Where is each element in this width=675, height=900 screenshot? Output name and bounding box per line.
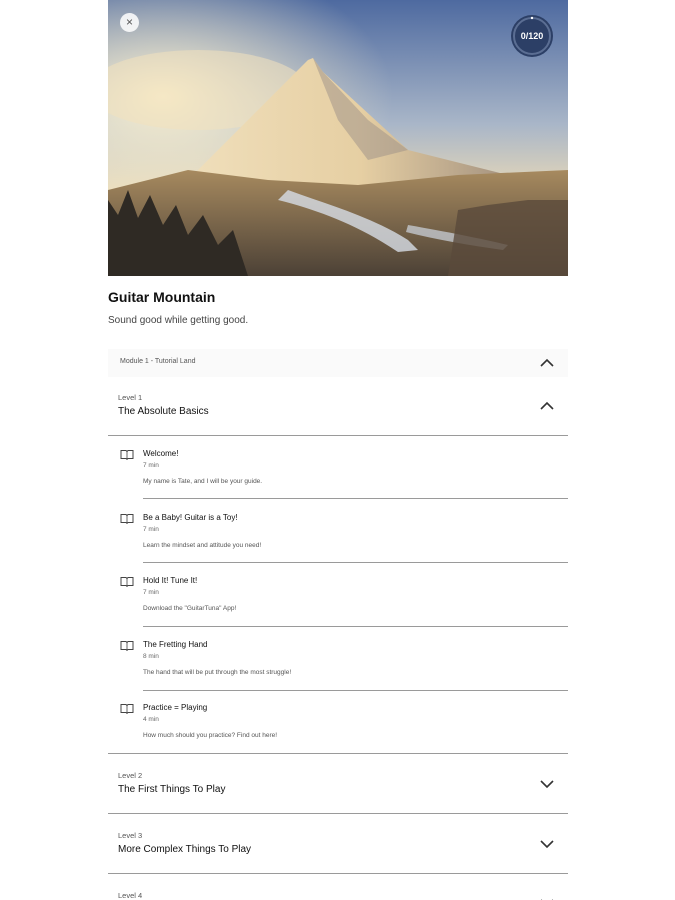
lesson-item-hold-it-tune-it[interactable]: Hold It! Tune It! 7 min Download the "Gu…	[108, 564, 568, 626]
level-1-header[interactable]: Level 1 The Absolute Basics	[108, 388, 568, 436]
progress-count: 0/120	[520, 31, 544, 41]
lesson-item-welcome[interactable]: Welcome! 7 min My name is Tate, and I wi…	[108, 437, 568, 499]
course-subtitle: Sound good while getting good.	[108, 315, 249, 326]
lesson-title: Be a Baby! Guitar is a Toy!	[143, 513, 238, 522]
level-3-header[interactable]: Level 3 More Complex Things To Play	[108, 826, 568, 872]
divider	[143, 626, 568, 627]
lesson-duration: 4 min	[143, 716, 159, 723]
chevron-up-icon	[540, 358, 554, 367]
lesson-description: Download the "GuitarTuna" App!	[143, 605, 237, 612]
chevron-up-icon	[540, 401, 554, 410]
chevron-down-icon	[540, 780, 554, 789]
level-number: Level 2	[118, 771, 143, 780]
divider	[143, 562, 568, 563]
lesson-description: The hand that will be put through the mo…	[143, 669, 292, 676]
lesson-title: Welcome!	[143, 449, 179, 458]
chevron-down-icon	[540, 840, 554, 849]
book-icon	[120, 641, 134, 651]
lesson-title: Practice = Playing	[143, 703, 208, 712]
book-icon	[120, 577, 134, 587]
lesson-duration: 7 min	[143, 462, 159, 469]
level-number: Level 4	[118, 891, 143, 900]
course-page: × 0/120 Guitar Mountain Sound good while…	[0, 0, 675, 900]
book-icon	[120, 704, 134, 714]
close-icon: ×	[125, 15, 133, 29]
divider	[108, 813, 568, 814]
lesson-description: Learn the mindset and attitude you need!	[143, 542, 262, 549]
book-icon	[120, 450, 134, 460]
module-label: Module 1 - Tutorial Land	[120, 358, 196, 365]
divider	[108, 753, 568, 754]
divider	[108, 435, 568, 436]
book-icon	[120, 514, 134, 524]
lesson-description: My name is Tate, and I will be your guid…	[143, 478, 263, 485]
divider	[108, 873, 568, 874]
lesson-title: Hold It! Tune It!	[143, 576, 198, 585]
lesson-duration: 8 min	[143, 653, 159, 660]
lesson-title: The Fretting Hand	[143, 640, 208, 649]
level-2-header[interactable]: Level 2 The First Things To Play	[108, 766, 568, 812]
level-number: Level 3	[118, 831, 143, 840]
lesson-item-practice-playing[interactable]: Practice = Playing 4 min How much should…	[108, 691, 568, 753]
lesson-item-fretting-hand[interactable]: The Fretting Hand 8 min The hand that wi…	[108, 628, 568, 690]
course-title: Guitar Mountain	[108, 289, 216, 305]
level-name: The Absolute Basics	[118, 406, 209, 417]
divider	[143, 498, 568, 499]
lesson-item-be-a-baby[interactable]: Be a Baby! Guitar is a Toy! 7 min Learn …	[108, 501, 568, 563]
level-name: More Complex Things To Play	[118, 844, 252, 855]
module-header[interactable]: Module 1 - Tutorial Land	[108, 349, 568, 377]
close-button[interactable]: ×	[120, 13, 139, 32]
lesson-duration: 7 min	[143, 589, 159, 596]
level-name: The First Things To Play	[118, 784, 226, 795]
level-4-header[interactable]: Level 4	[108, 886, 568, 900]
course-hero-image	[108, 0, 568, 276]
level-number: Level 1	[118, 393, 143, 402]
lesson-duration: 7 min	[143, 526, 159, 533]
lesson-description: How much should you practice? Find out h…	[143, 732, 278, 739]
